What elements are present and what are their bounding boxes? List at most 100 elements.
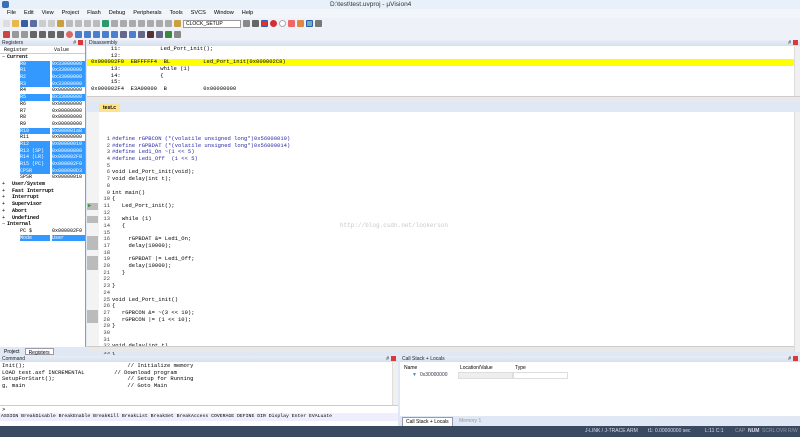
register-value[interactable]: 0x000000D3 [52, 167, 85, 175]
code-line[interactable]: 16 rGPBDAT &= Led1_On; [87, 236, 800, 243]
tab-project[interactable]: Project [1, 348, 23, 355]
breakpoint-kill-all-icon[interactable] [297, 20, 304, 27]
disassembly-vscrollbar[interactable] [794, 46, 800, 96]
menu-edit[interactable]: Edit [20, 9, 38, 18]
register-row[interactable]: R13 (SP) 0x00000800 [0, 147, 85, 155]
register-value[interactable]: 0x000002F0 [52, 228, 82, 235]
code-line[interactable]: 19 rGPBDAT |= Led1_Off; [87, 256, 800, 264]
code-line[interactable]: 15 [87, 229, 800, 237]
register-value[interactable]: 0x33000000 [52, 94, 85, 101]
column-type[interactable]: Type [515, 364, 526, 372]
command-vscrollbar[interactable] [392, 362, 398, 405]
pin-icon[interactable]: # [788, 40, 791, 46]
run-to-cursor-icon[interactable] [57, 31, 64, 38]
save-all-icon[interactable] [30, 20, 37, 27]
register-row[interactable]: R1 0x33000000 [0, 67, 85, 75]
manage-components-icon[interactable] [252, 20, 259, 27]
expand-icon[interactable]: + [2, 201, 5, 208]
expand-icon[interactable]: + [2, 194, 5, 201]
column-value[interactable]: Value [50, 46, 69, 53]
expand-icon[interactable]: − [2, 54, 5, 61]
register-value[interactable]: 0x00000000 [52, 121, 82, 128]
code-line[interactable]: 24 [87, 289, 800, 297]
expand-icon[interactable]: + [2, 215, 5, 222]
pin-icon[interactable]: # [788, 356, 791, 362]
expand-icon[interactable]: ▼ [412, 372, 417, 378]
column-name[interactable]: Name [404, 364, 417, 372]
menu-view[interactable]: View [38, 9, 58, 18]
register-value[interactable]: 0x000002F8 [52, 154, 85, 162]
debug-session-icon[interactable] [261, 20, 268, 27]
register-row[interactable]: R12 0x00000010 [0, 140, 85, 148]
register-row[interactable]: R8 0x00000000 [0, 114, 85, 121]
analysis-window-icon[interactable] [147, 31, 154, 38]
configure-icon[interactable] [315, 20, 322, 27]
command-input[interactable]: > [0, 405, 398, 413]
step-over-icon[interactable] [39, 31, 46, 38]
column-location[interactable]: Location/Value [460, 364, 493, 372]
register-row[interactable]: R9 0x00000000 [0, 121, 85, 128]
show-next-statement-icon[interactable] [66, 31, 73, 38]
register-row[interactable]: R3 0x33000000 [0, 80, 85, 88]
code-line[interactable]: 4 #define Led1_Off (1 << 5) [87, 155, 800, 163]
register-row[interactable]: CPSR 0x000000D3 [0, 167, 85, 175]
register-row[interactable]: + Undefined [0, 215, 85, 222]
register-row[interactable]: + User/System [0, 181, 85, 188]
breakpoint-kill-icon[interactable] [288, 20, 295, 27]
register-value[interactable]: 0x00000000 [52, 134, 82, 141]
step-into-icon[interactable] [30, 31, 37, 38]
paste-icon[interactable] [57, 20, 64, 27]
target-options-icon[interactable] [243, 20, 250, 27]
disassembly-line[interactable]: 11: Led_Port_init(); [87, 45, 800, 53]
memory-window-icon[interactable] [129, 31, 136, 38]
new-file-icon[interactable] [3, 20, 10, 27]
code-line[interactable]: 22 [87, 276, 800, 283]
register-row[interactable]: R11 0x00000000 [0, 134, 85, 141]
register-value[interactable]: User [52, 234, 85, 242]
register-value[interactable]: 0x00000000 [52, 87, 82, 94]
menu-tools[interactable]: Tools [166, 9, 187, 18]
register-value[interactable]: 0x00000800 [52, 147, 85, 155]
code-line[interactable]: 29} [87, 323, 800, 330]
menu-project[interactable]: Project [58, 9, 83, 18]
copy-icon[interactable] [48, 20, 55, 27]
trace-window-icon[interactable] [156, 31, 163, 38]
save-icon[interactable] [21, 20, 28, 27]
disassembly-line[interactable]: 0x000002F4 E3A00000 B 0x00000000 [87, 85, 800, 93]
code-line[interactable]: 25 void Led_Port_init() [87, 296, 800, 304]
call-stack-window-icon[interactable] [111, 31, 118, 38]
register-row[interactable]: R0 0x33000000 [0, 60, 85, 68]
code-line[interactable]: 9 int main() [87, 189, 800, 197]
register-row[interactable]: + Interrupt [0, 194, 85, 201]
register-value[interactable]: 0x00000000 [52, 101, 82, 108]
code-line[interactable]: 28 rGPBCON |= (1 << 10); [87, 316, 800, 324]
uncomment-icon[interactable] [165, 20, 172, 27]
close-icon[interactable] [391, 356, 396, 361]
undo-icon[interactable] [66, 20, 73, 27]
register-row[interactable]: R14 (LR) 0x000002F8 [0, 154, 85, 162]
system-viewer-icon[interactable] [165, 31, 172, 38]
editor-hscrollbar[interactable] [87, 346, 800, 352]
run-icon[interactable] [12, 31, 19, 38]
code-line[interactable]: 23} [87, 282, 800, 290]
menu-debug[interactable]: Debug [105, 9, 129, 18]
bookmark-clear-icon[interactable] [129, 20, 136, 27]
register-value[interactable]: 0x33000000 [52, 60, 85, 68]
command-window-icon[interactable] [75, 31, 82, 38]
register-row[interactable]: R5 0x33000000 [0, 94, 85, 101]
code-line[interactable]: 8 [87, 182, 800, 190]
expand-icon[interactable]: + [2, 181, 5, 188]
menu-window[interactable]: Window [210, 9, 238, 18]
close-icon[interactable] [78, 40, 83, 45]
register-value[interactable]: 0x000001a8 [52, 127, 85, 135]
serial-window-icon[interactable] [138, 31, 145, 38]
code-line[interactable]: 20 delay(10000); [87, 262, 800, 270]
breakpoint-disable-icon[interactable] [279, 20, 286, 27]
tab-test-c[interactable]: test.c [99, 104, 121, 112]
register-value[interactable]: 0x00000000 [52, 114, 82, 121]
menu-peripherals[interactable]: Peripherals [129, 9, 165, 18]
cut-icon[interactable] [39, 20, 46, 27]
code-line[interactable]: 6 void Led_Port_init(void); [87, 169, 800, 176]
code-line[interactable]: ▶ 11 Led_Port_init(); [87, 202, 800, 210]
disassembly-line[interactable]: 0x000002F0 EBFFFFF4 BL Led_Port_init(0x0… [87, 59, 800, 67]
